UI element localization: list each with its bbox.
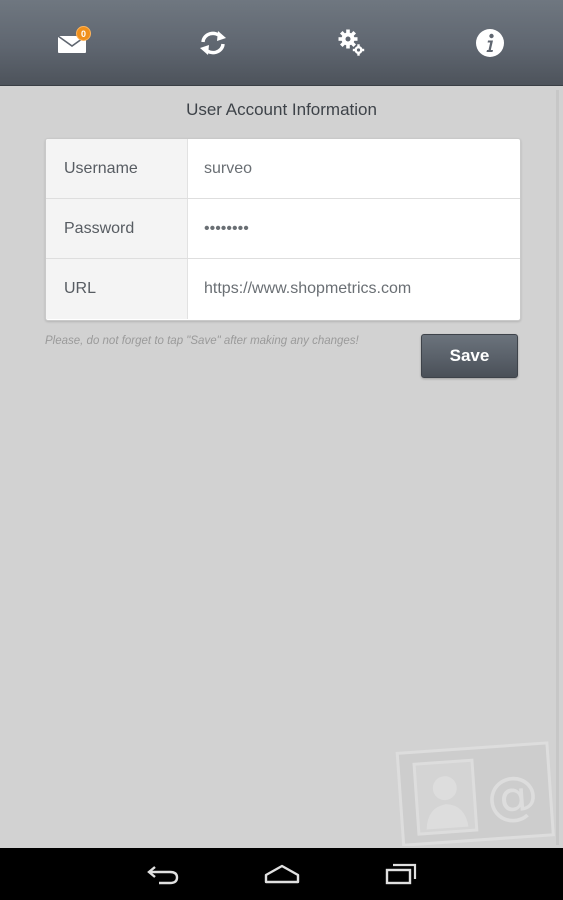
info-button[interactable]: [467, 21, 513, 65]
url-field[interactable]: [188, 259, 520, 319]
section-title: User Account Information: [186, 100, 377, 119]
password-field[interactable]: [188, 199, 520, 258]
save-button[interactable]: Save: [421, 334, 518, 378]
url-label: URL: [46, 259, 188, 319]
info-icon: [476, 29, 504, 57]
system-navigation-bar: [0, 848, 563, 900]
sync-button[interactable]: [190, 21, 236, 65]
sync-icon: [200, 31, 226, 55]
contact-watermark-icon: @: [395, 741, 555, 846]
back-button[interactable]: [133, 858, 193, 890]
scrollbar[interactable]: [556, 90, 559, 845]
username-label: Username: [46, 139, 188, 198]
recent-apps-button[interactable]: [371, 858, 431, 890]
mail-badge: 0: [76, 26, 91, 41]
settings-icon: [338, 29, 365, 56]
username-row: Username: [46, 139, 520, 199]
url-row: URL: [46, 259, 520, 319]
top-toolbar: 0: [0, 0, 563, 86]
home-icon: [264, 864, 300, 884]
settings-button[interactable]: [328, 21, 374, 65]
home-button[interactable]: [252, 858, 312, 890]
recent-apps-icon: [385, 863, 417, 885]
mail-button[interactable]: 0: [50, 21, 96, 65]
username-field[interactable]: [188, 139, 520, 198]
password-row: Password: [46, 199, 520, 259]
account-form: Username Password URL: [45, 138, 521, 321]
svg-text:@: @: [485, 765, 541, 828]
password-label: Password: [46, 199, 188, 258]
save-reminder-note: Please, do not forget to tap "Save" afte…: [45, 335, 359, 347]
back-icon: [147, 866, 179, 885]
